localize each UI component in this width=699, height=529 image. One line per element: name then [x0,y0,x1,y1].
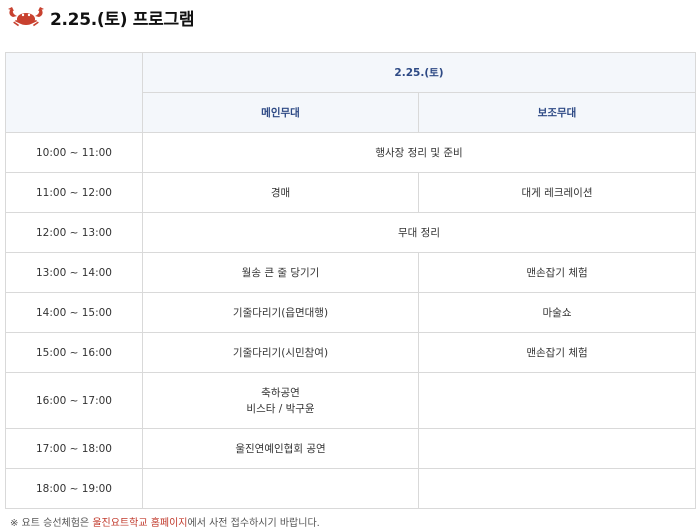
table-row: 13:00 ~ 14:00 월송 큰 줄 당기기 맨손잡기 체험 [5,252,696,293]
crab-icon [6,6,46,28]
sub-stage-header: 보조무대 [418,92,696,133]
sub-stage-cell: 대게 레크레이션 [418,172,696,213]
table-row: 10:00 ~ 11:00 행사장 정리 및 준비 [5,132,696,173]
sub-stage-cell: 맨손잡기 체험 [418,252,696,293]
main-stage-cell: 울진연예인협회 공연 [142,428,419,469]
time-cell: 13:00 ~ 14:00 [5,252,143,293]
main-stage-cell: 월송 큰 줄 당기기 [142,252,419,293]
time-cell: 12:00 ~ 13:00 [5,212,143,253]
title-row: 2.25.(토) 프로그램 [6,4,194,30]
main-stage-cell: 경매 [142,172,419,213]
time-cell: 17:00 ~ 18:00 [5,428,143,469]
table-row: 15:00 ~ 16:00 기줄다리기(시민참여) 맨손잡기 체험 [5,332,696,373]
corner-cell [5,52,143,133]
footnote: ※ 요트 승선체험은 울진요트학교 홈페이지에서 사전 접수하시기 바랍니다. [10,514,320,529]
sub-stage-cell: 마술쇼 [418,292,696,333]
sub-stage-cell [418,428,696,469]
sub-stage-cell [418,372,696,429]
sub-stage-cell: 맨손잡기 체험 [418,332,696,373]
header-row-date: 2.25.(토) [5,52,696,133]
schedule-table: 2.25.(토) 메인무대 보조무대 10:00 ~ 11:00 행사장 정리 … [5,52,696,509]
footnote-suffix: 에서 사전 접수하시기 바랍니다. [187,518,320,529]
main-stage-line-1: 축하공연 [261,386,300,399]
main-stage-header: 메인무대 [142,92,419,133]
time-cell: 10:00 ~ 11:00 [5,132,143,173]
table-row: 12:00 ~ 13:00 무대 정리 [5,212,696,253]
table-row: 18:00 ~ 19:00 [5,468,696,509]
time-cell: 11:00 ~ 12:00 [5,172,143,213]
time-cell: 16:00 ~ 17:00 [5,372,143,429]
table-row: 11:00 ~ 12:00 경매 대게 레크레이션 [5,172,696,213]
time-cell: 15:00 ~ 16:00 [5,332,143,373]
merged-cell: 무대 정리 [142,212,696,253]
yacht-school-homepage-link[interactable]: 울진요트학교 홈페이지 [92,518,187,529]
merged-cell: 행사장 정리 및 준비 [142,132,696,173]
table-row: 17:00 ~ 18:00 울진연예인협회 공연 [5,428,696,469]
date-header: 2.25.(토) [142,52,696,93]
main-stage-cell: 축하공연 비스타 / 박구윤 [142,372,419,429]
main-stage-cell: 기줄다리기(읍면대행) [142,292,419,333]
footnote-prefix: ※ 요트 승선체험은 [10,518,93,529]
main-stage-line-2: 비스타 / 박구윤 [246,402,315,415]
time-cell: 14:00 ~ 15:00 [5,292,143,333]
table-row: 16:00 ~ 17:00 축하공연 비스타 / 박구윤 [5,372,696,429]
sub-stage-cell [418,468,696,509]
time-cell: 18:00 ~ 19:00 [5,468,143,509]
page-title: 2.25.(토) 프로그램 [50,9,195,30]
main-stage-cell: 기줄다리기(시민참여) [142,332,419,373]
main-stage-cell [142,468,419,509]
table-row: 14:00 ~ 15:00 기줄다리기(읍면대행) 마술쇼 [5,292,696,333]
